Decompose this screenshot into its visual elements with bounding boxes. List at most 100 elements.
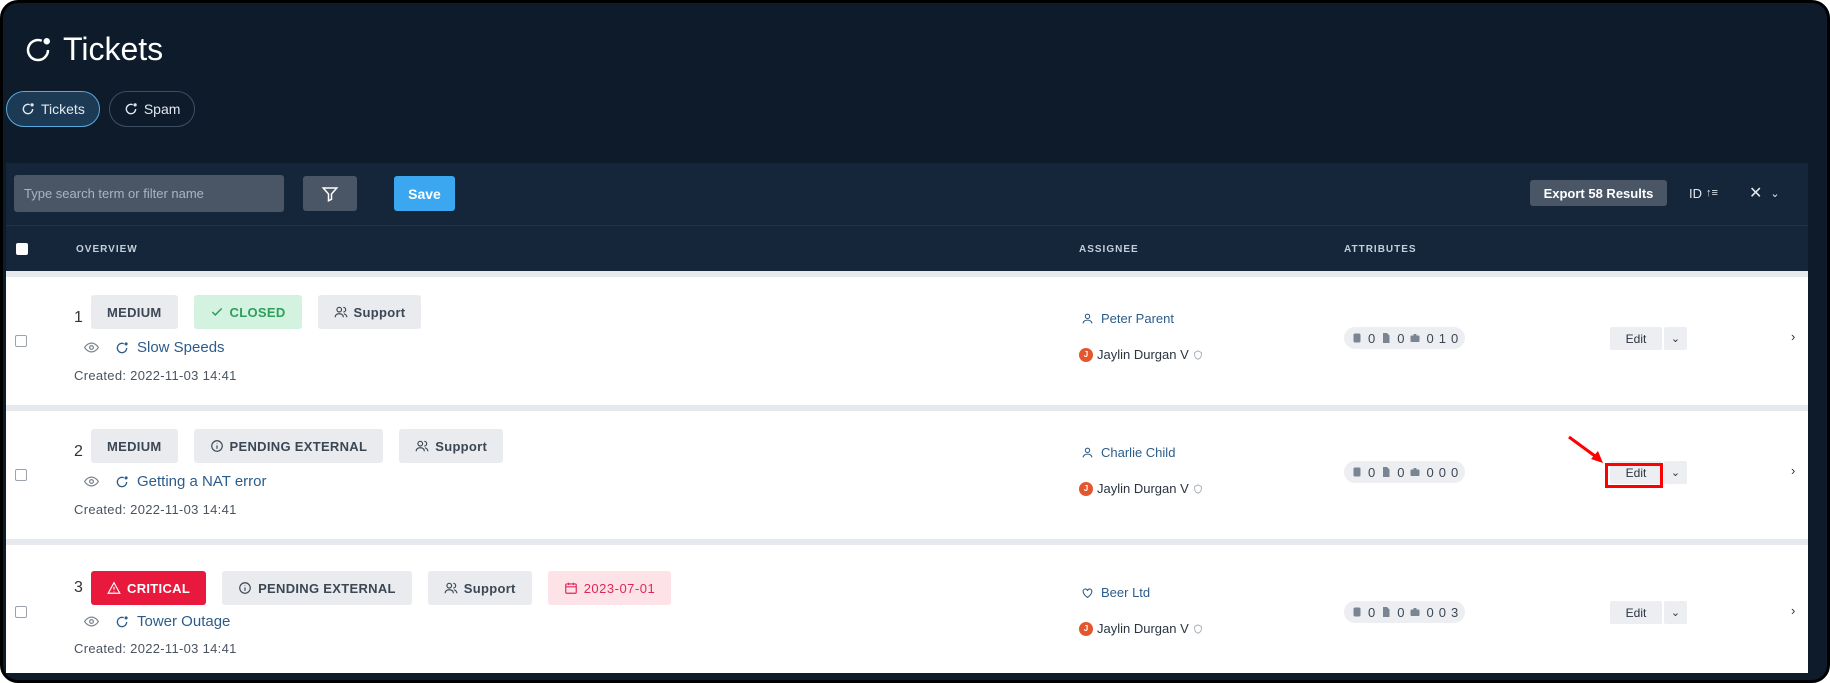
sort-label: ID [1689,185,1702,201]
row-number: 1 [74,309,83,326]
document-icon [1383,333,1390,343]
badge-group: CRITICAL PENDING EXTERNAL Support 2023-0… [91,571,672,605]
column-header-overview: OVERVIEW [76,244,138,255]
chevron-down-icon: ⌄ [1670,467,1681,479]
warning-icon [107,581,121,594]
export-button[interactable]: Export 58 Results [1530,180,1667,206]
close-icon[interactable]: ✕ [1749,183,1762,203]
tab-label: Spam [143,101,181,117]
edit-button[interactable]: Edit [1610,327,1662,350]
ticket-title-line: Getting a NAT error [84,473,267,490]
search-input[interactable] [14,175,284,212]
ticket-icon [116,615,128,627]
chevron-right-icon[interactable]: › [1791,463,1795,478]
row-number: 3 [74,579,83,596]
toolbar: Save Export 58 Results ID ↑≡ ✕ ⌄ [6,163,1808,225]
organization-icon [1082,588,1093,599]
row-checkbox[interactable] [15,469,27,481]
tab-spam[interactable]: Spam [108,91,196,127]
badge-group: MEDIUM CLOSED Support [91,295,422,329]
database-icon [1353,333,1361,343]
status-badge: PENDING EXTERNAL [193,429,384,463]
team-badge: Support [317,295,422,329]
chevron-right-icon[interactable]: › [1791,603,1795,618]
filter-button[interactable] [303,176,357,211]
chevron-down-icon[interactable]: ⌄ [1770,187,1779,200]
eye-icon[interactable] [84,340,99,355]
ticket-title-line: Slow Speeds [84,339,225,356]
priority-badge: MEDIUM [91,429,178,463]
shield-icon [1194,623,1202,634]
users-icon [444,582,458,594]
database-icon [1353,607,1361,617]
calendar-icon [564,582,577,594]
ticket-icon [26,37,50,61]
table-row[interactable]: 3 CRITICAL PENDING EXTERNAL Support 2023… [6,545,1808,673]
eye-icon[interactable] [84,474,99,489]
column-header-assignee: ASSIGNEE [1079,244,1139,255]
attributes-summary: 0 0 0 0 3 [1344,601,1466,623]
tab-label: Tickets [41,101,85,117]
assignee[interactable]: Beer Ltd [1081,585,1150,600]
table-row[interactable]: 2 MEDIUM PENDING EXTERNAL Support Gettin… [6,411,1808,539]
ticket-icon [116,341,128,353]
assignee[interactable]: Charlie Child [1081,445,1175,460]
badge-group: MEDIUM PENDING EXTERNAL Support [91,429,504,463]
ticket-title-line: Tower Outage [84,613,230,630]
table-row[interactable]: 1 MEDIUM CLOSED Support Slow Speeds Crea… [6,277,1808,405]
table-header: OVERVIEW ASSIGNEE ATTRIBUTES [6,225,1808,271]
watcher[interactable]: J Jaylin Durgan V [1079,481,1203,496]
edit-menu-button[interactable]: ⌄ [1664,327,1687,350]
edit-button[interactable]: Edit [1610,461,1662,484]
assignee[interactable]: Peter Parent [1081,311,1174,326]
avatar: J [1079,621,1093,636]
tab-bar: Tickets Spam [6,91,196,127]
watcher[interactable]: J Jaylin Durgan V [1079,347,1203,362]
edit-menu-button[interactable]: ⌄ [1664,461,1687,484]
ticket-icon [125,103,137,115]
attributes-summary: 0 0 0 1 0 [1344,327,1466,349]
column-header-attributes: ATTRIBUTES [1344,244,1417,255]
users-icon [415,440,429,452]
eye-icon[interactable] [84,614,99,629]
save-button[interactable]: Save [394,176,455,211]
row-checkbox[interactable] [15,335,27,347]
page-header: Tickets Tickets Spam [3,3,1827,163]
attributes-summary: 0 0 0 0 0 [1344,461,1466,483]
row-checkbox[interactable] [15,606,27,618]
edit-menu-button[interactable]: ⌄ [1664,601,1687,624]
chevron-right-icon[interactable]: › [1791,329,1795,344]
sort-ascending-icon: ↑≡ [1706,187,1718,199]
created-timestamp: Created: 2022-11-03 14:41 [74,502,237,517]
document-icon [1383,467,1390,477]
select-all-checkbox[interactable] [16,243,28,255]
ticket-icon [116,475,128,487]
chevron-down-icon: ⌄ [1670,333,1681,345]
ticket-title-link[interactable]: Tower Outage [137,613,230,630]
ticket-title-link[interactable]: Getting a NAT error [137,473,267,490]
filter-icon [321,186,339,202]
avatar: J [1079,481,1093,496]
document-icon [1383,607,1390,617]
row-number: 2 [74,443,83,460]
user-icon [1082,313,1093,324]
tab-tickets[interactable]: Tickets [6,91,100,127]
status-badge: CLOSED [193,295,302,329]
info-icon [239,582,251,594]
briefcase-icon [1410,334,1420,342]
sort-selector[interactable]: ID ↑≡ [1689,180,1718,206]
database-icon [1353,467,1361,477]
created-timestamp: Created: 2022-11-03 14:41 [74,368,237,383]
edit-button[interactable]: Edit [1610,601,1662,624]
briefcase-icon [1410,468,1420,476]
ticket-icon [22,103,34,115]
edit-button-group: Edit ⌄ [1610,461,1687,484]
ticket-title-link[interactable]: Slow Speeds [137,339,225,356]
user-icon [1082,447,1093,458]
priority-badge: CRITICAL [91,571,207,605]
created-timestamp: Created: 2022-11-03 14:41 [74,641,237,656]
due-date-badge: 2023-07-01 [547,571,672,605]
users-icon [334,306,347,318]
watcher[interactable]: J Jaylin Durgan V [1079,621,1203,636]
edit-button-group: Edit ⌄ [1610,327,1687,350]
